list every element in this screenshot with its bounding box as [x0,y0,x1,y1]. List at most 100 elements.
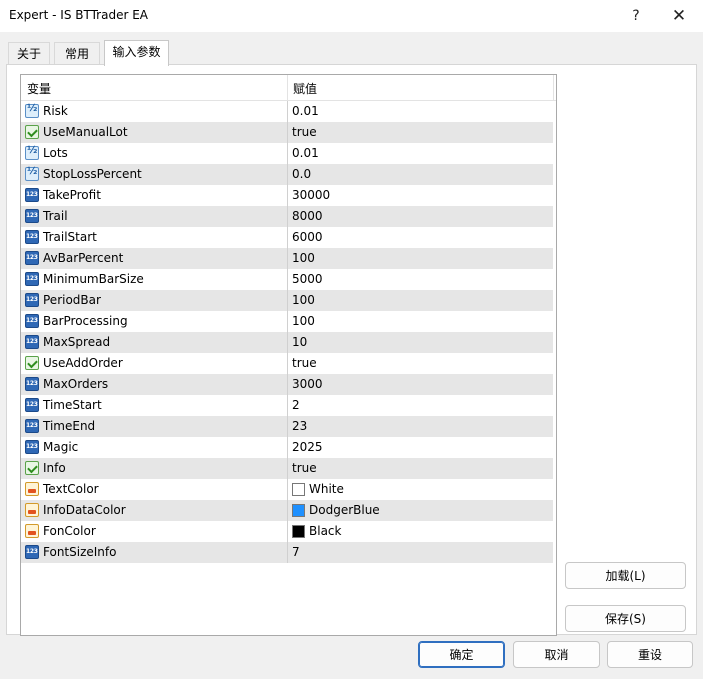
parameter-value-cell[interactable]: 0.01 [288,143,553,164]
parameter-value-cell[interactable]: 6000 [288,227,553,248]
parameter-value-cell[interactable]: Black [288,521,553,542]
parameter-value-cell[interactable]: 100 [288,290,553,311]
parameter-row[interactable]: TimeEnd 23 [21,416,553,437]
parameter-name-cell[interactable]: TimeEnd [21,416,288,437]
parameter-name-cell[interactable]: MaxSpread [21,332,288,353]
parameter-value-cell[interactable]: 7 [288,542,553,563]
parameter-value: 8000 [292,209,323,223]
parameter-name-cell[interactable]: InfoDataColor [21,500,288,521]
parameter-row[interactable]: UseManualLot true [21,122,553,143]
parameter-name-cell[interactable]: UseAddOrder [21,353,288,374]
parameter-name-cell[interactable]: StopLossPercent [21,164,288,185]
parameter-name-cell[interactable]: TextColor [21,479,288,500]
parameter-row[interactable]: Risk 0.01 [21,101,553,122]
parameter-row[interactable]: StopLossPercent 0.0 [21,164,553,185]
parameter-name: Info [43,461,66,475]
tab-inputs[interactable]: 输入参数 [104,40,169,66]
parameter-name-cell[interactable]: Lots [21,143,288,164]
color-swatch [292,504,305,517]
bool-type-icon [25,125,39,139]
reset-button[interactable]: 重设 [607,641,693,668]
parameter-name: StopLossPercent [43,167,142,181]
parameter-name-cell[interactable]: FonColor [21,521,288,542]
parameter-value-cell[interactable]: White [288,479,553,500]
parameter-value-cell[interactable]: 2 [288,395,553,416]
parameter-name-cell[interactable]: Magic [21,437,288,458]
parameter-row[interactable]: Magic 2025 [21,437,553,458]
double-type-icon [25,166,39,181]
parameter-value-cell[interactable]: 3000 [288,374,553,395]
bool-type-icon [25,356,39,370]
tab-common[interactable]: 常用 [54,42,100,65]
parameter-row[interactable]: TrailStart 6000 [21,227,553,248]
parameter-name-cell[interactable]: TrailStart [21,227,288,248]
save-button[interactable]: 保存(S) [565,605,686,632]
parameter-value-cell[interactable]: true [288,458,553,479]
parameter-name: Risk [43,104,68,118]
load-button[interactable]: 加载(L) [565,562,686,589]
parameter-name-cell[interactable]: Info [21,458,288,479]
parameter-name: MaxSpread [43,335,111,349]
parameter-name-cell[interactable]: Risk [21,101,288,122]
parameter-name-cell[interactable]: FontSizeInfo [21,542,288,563]
column-header-value[interactable]: 赋值 [293,80,317,97]
parameter-row[interactable]: MaxOrders 3000 [21,374,553,395]
parameter-value-cell[interactable]: DodgerBlue [288,500,553,521]
parameter-name-cell[interactable]: MaxOrders [21,374,288,395]
parameter-value-cell[interactable]: 100 [288,248,553,269]
tab-about[interactable]: 关于 [8,42,50,65]
parameter-value-cell[interactable]: 23 [288,416,553,437]
parameter-name-cell[interactable]: AvBarPercent [21,248,288,269]
window-title: Expert - IS BTTrader EA [9,8,148,22]
parameter-name: FonColor [43,524,96,538]
parameter-value: 100 [292,314,315,328]
parameter-row[interactable]: TimeStart 2 [21,395,553,416]
parameter-row[interactable]: Info true [21,458,553,479]
parameter-row[interactable]: MinimumBarSize 5000 [21,269,553,290]
column-divider[interactable] [287,75,288,100]
parameter-value: 6000 [292,230,323,244]
parameter-value-cell[interactable]: 5000 [288,269,553,290]
parameter-row[interactable]: Lots 0.01 [21,143,553,164]
parameter-name-cell[interactable]: PeriodBar [21,290,288,311]
parameter-row[interactable]: PeriodBar 100 [21,290,553,311]
parameter-row[interactable]: AvBarPercent 100 [21,248,553,269]
color-swatch [292,483,305,496]
column-header-variable[interactable]: 变量 [27,80,51,97]
close-icon[interactable]: ✕ [667,4,691,28]
parameter-value-cell[interactable]: 2025 [288,437,553,458]
parameter-row[interactable]: TakeProfit 30000 [21,185,553,206]
parameter-row[interactable]: BarProcessing 100 [21,311,553,332]
parameter-name-cell[interactable]: Trail [21,206,288,227]
parameter-row[interactable]: FonColor Black [21,521,553,542]
parameter-name-cell[interactable]: BarProcessing [21,311,288,332]
help-icon[interactable]: ? [624,4,648,28]
cancel-button[interactable]: 取消 [513,641,600,668]
parameter-row[interactable]: InfoDataColor DodgerBlue [21,500,553,521]
parameter-name-cell[interactable]: TimeStart [21,395,288,416]
parameter-value-cell[interactable]: 0.0 [288,164,553,185]
parameter-name-cell[interactable]: TakeProfit [21,185,288,206]
parameter-row[interactable]: FontSizeInfo 7 [21,542,553,563]
parameter-name-cell[interactable]: UseManualLot [21,122,288,143]
parameter-value-cell[interactable]: 10 [288,332,553,353]
parameter-row[interactable]: TextColor White [21,479,553,500]
parameter-value-cell[interactable]: 0.01 [288,101,553,122]
parameter-name: TimeStart [43,398,102,412]
parameter-row[interactable]: UseAddOrder true [21,353,553,374]
color-type-icon [25,524,39,538]
parameter-name-cell[interactable]: MinimumBarSize [21,269,288,290]
parameter-value-cell[interactable]: true [288,353,553,374]
parameter-value: 10 [292,335,308,349]
int-type-icon [25,377,39,391]
parameter-value: 0.01 [292,146,319,160]
parameter-value-cell[interactable]: 8000 [288,206,553,227]
ok-button[interactable]: 确定 [418,641,505,668]
parameter-row[interactable]: Trail 8000 [21,206,553,227]
parameter-value-cell[interactable]: true [288,122,553,143]
parameter-value-cell[interactable]: 100 [288,311,553,332]
parameter-row[interactable]: MaxSpread 10 [21,332,553,353]
parameter-value: 2025 [292,440,323,454]
parameter-value-cell[interactable]: 30000 [288,185,553,206]
parameter-name: UseManualLot [43,125,128,139]
